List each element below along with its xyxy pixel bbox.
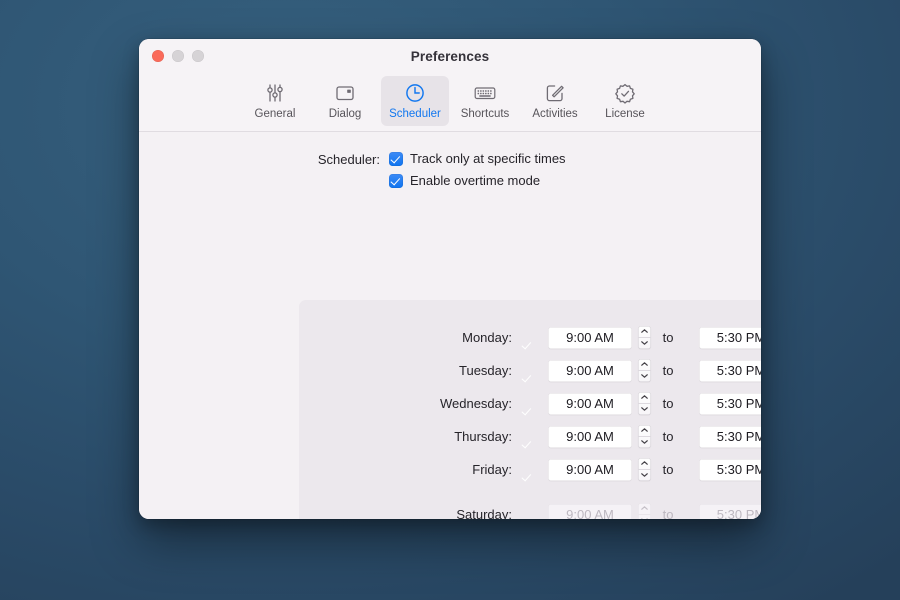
day-label-thursday: Thursday:: [454, 429, 512, 444]
schedule-row-tuesday: Tuesday: 9:00 AM to 5:30 PM: [299, 354, 761, 387]
to-label-thursday: to: [662, 429, 674, 444]
start-time-saturday: 9:00 AM: [548, 503, 632, 519]
scheduler-option-list: Track only at specific times Enable over…: [380, 151, 566, 188]
schedule-row-monday: Monday: 9:00 AM to 5:30 PM: [299, 321, 761, 354]
stepper-down-icon[interactable]: [638, 470, 651, 482]
end-time-friday[interactable]: 5:30 PM: [699, 458, 761, 481]
end-time-wednesday[interactable]: 5:30 PM: [699, 392, 761, 415]
tab-license-label: License: [605, 108, 645, 120]
start-time-friday[interactable]: 9:00 AM: [548, 458, 632, 481]
track-specific-times-checkbox[interactable]: [389, 151, 403, 166]
start-time-monday[interactable]: 9:00 AM: [548, 326, 632, 349]
day-label-saturday: Saturday:: [456, 507, 512, 519]
overtime-mode-checkbox[interactable]: [389, 173, 403, 188]
scheduler-options-section: Scheduler: Track only at specific times …: [139, 132, 761, 188]
tab-activities[interactable]: Activities: [521, 76, 589, 126]
stepper-down-icon: [638, 515, 651, 519]
tab-general[interactable]: General: [241, 76, 309, 126]
weekly-schedule-list: Monday: 9:00 AM to 5:30 PM Tuesday: 9:00…: [299, 300, 761, 519]
start-stepper-monday[interactable]: [638, 326, 651, 349]
end-time-tuesday[interactable]: 5:30 PM: [699, 359, 761, 382]
start-stepper-friday[interactable]: [638, 458, 651, 481]
schedule-row-friday: Friday: 9:00 AM to 5:30 PM: [299, 453, 761, 486]
to-label-saturday: to: [662, 507, 674, 519]
scheduler-pane: Scheduler: Track only at specific times …: [139, 132, 761, 519]
start-stepper-thursday[interactable]: [638, 425, 651, 448]
seal-check-icon: [614, 80, 636, 106]
preferences-toolbar: General Dialog Scheduler Shortcuts Activ…: [139, 75, 761, 132]
stepper-down-icon[interactable]: [638, 404, 651, 416]
day-label-tuesday: Tuesday:: [459, 363, 512, 378]
tab-general-label: General: [254, 108, 296, 120]
clock-icon: [404, 80, 426, 106]
start-stepper-tuesday[interactable]: [638, 359, 651, 382]
keyboard-icon: [473, 80, 497, 106]
end-time-saturday: 5:30 PM: [699, 503, 761, 519]
stepper-down-icon[interactable]: [638, 371, 651, 383]
start-stepper-wednesday[interactable]: [638, 392, 651, 415]
scheduler-section-label: Scheduler:: [317, 152, 380, 167]
sliders-icon: [264, 80, 286, 106]
preferences-window: Preferences General Dialog Scheduler Sho…: [139, 39, 761, 519]
stepper-down-icon[interactable]: [638, 338, 651, 350]
pencil-square-icon: [544, 80, 566, 106]
tab-shortcuts-label: Shortcuts: [460, 108, 510, 120]
schedule-row-wednesday: Wednesday: 9:00 AM to 5:30 PM: [299, 387, 761, 420]
tab-shortcuts[interactable]: Shortcuts: [451, 76, 519, 126]
stepper-up-icon[interactable]: [638, 326, 651, 338]
schedule-row-saturday: Saturday: 9:00 AM to 5:30 PM: [299, 498, 761, 519]
stepper-up-icon[interactable]: [638, 359, 651, 371]
day-label-wednesday: Wednesday:: [439, 396, 512, 411]
end-time-thursday[interactable]: 5:30 PM: [699, 425, 761, 448]
tab-scheduler-label: Scheduler: [389, 108, 441, 120]
start-stepper-saturday: [638, 503, 651, 519]
to-label-wednesday: to: [662, 396, 674, 411]
day-label-friday: Friday:: [472, 462, 512, 477]
tab-activities-label: Activities: [532, 108, 578, 120]
schedule-row-thursday: Thursday: 9:00 AM to 5:30 PM: [299, 420, 761, 453]
stepper-down-icon[interactable]: [638, 437, 651, 449]
stepper-up-icon[interactable]: [638, 425, 651, 437]
start-time-tuesday[interactable]: 9:00 AM: [548, 359, 632, 382]
day-label-monday: Monday:: [462, 330, 512, 345]
tab-dialog-label: Dialog: [328, 108, 362, 120]
window-title: Preferences: [410, 49, 490, 64]
end-time-monday[interactable]: 5:30 PM: [699, 326, 761, 349]
overtime-mode-label: Enable overtime mode: [410, 173, 541, 188]
stepper-up-icon[interactable]: [638, 458, 651, 470]
option-overtime-mode[interactable]: Enable overtime mode: [389, 173, 566, 188]
stepper-up-icon: [638, 503, 651, 515]
to-label-monday: to: [662, 330, 674, 345]
tab-license[interactable]: License: [591, 76, 659, 126]
option-track-specific-times[interactable]: Track only at specific times: [389, 151, 566, 166]
track-specific-times-label: Track only at specific times: [410, 151, 566, 166]
title-bar: Preferences: [139, 39, 761, 75]
start-time-wednesday[interactable]: 9:00 AM: [548, 392, 632, 415]
tab-dialog[interactable]: Dialog: [311, 76, 379, 126]
stepper-up-icon[interactable]: [638, 392, 651, 404]
weekly-schedule-group: Monday: 9:00 AM to 5:30 PM Tuesday: 9:00…: [299, 300, 761, 519]
to-label-friday: to: [662, 462, 674, 477]
tab-scheduler[interactable]: Scheduler: [381, 76, 449, 126]
start-time-thursday[interactable]: 9:00 AM: [548, 425, 632, 448]
to-label-tuesday: to: [662, 363, 674, 378]
dialog-icon: [334, 80, 356, 106]
